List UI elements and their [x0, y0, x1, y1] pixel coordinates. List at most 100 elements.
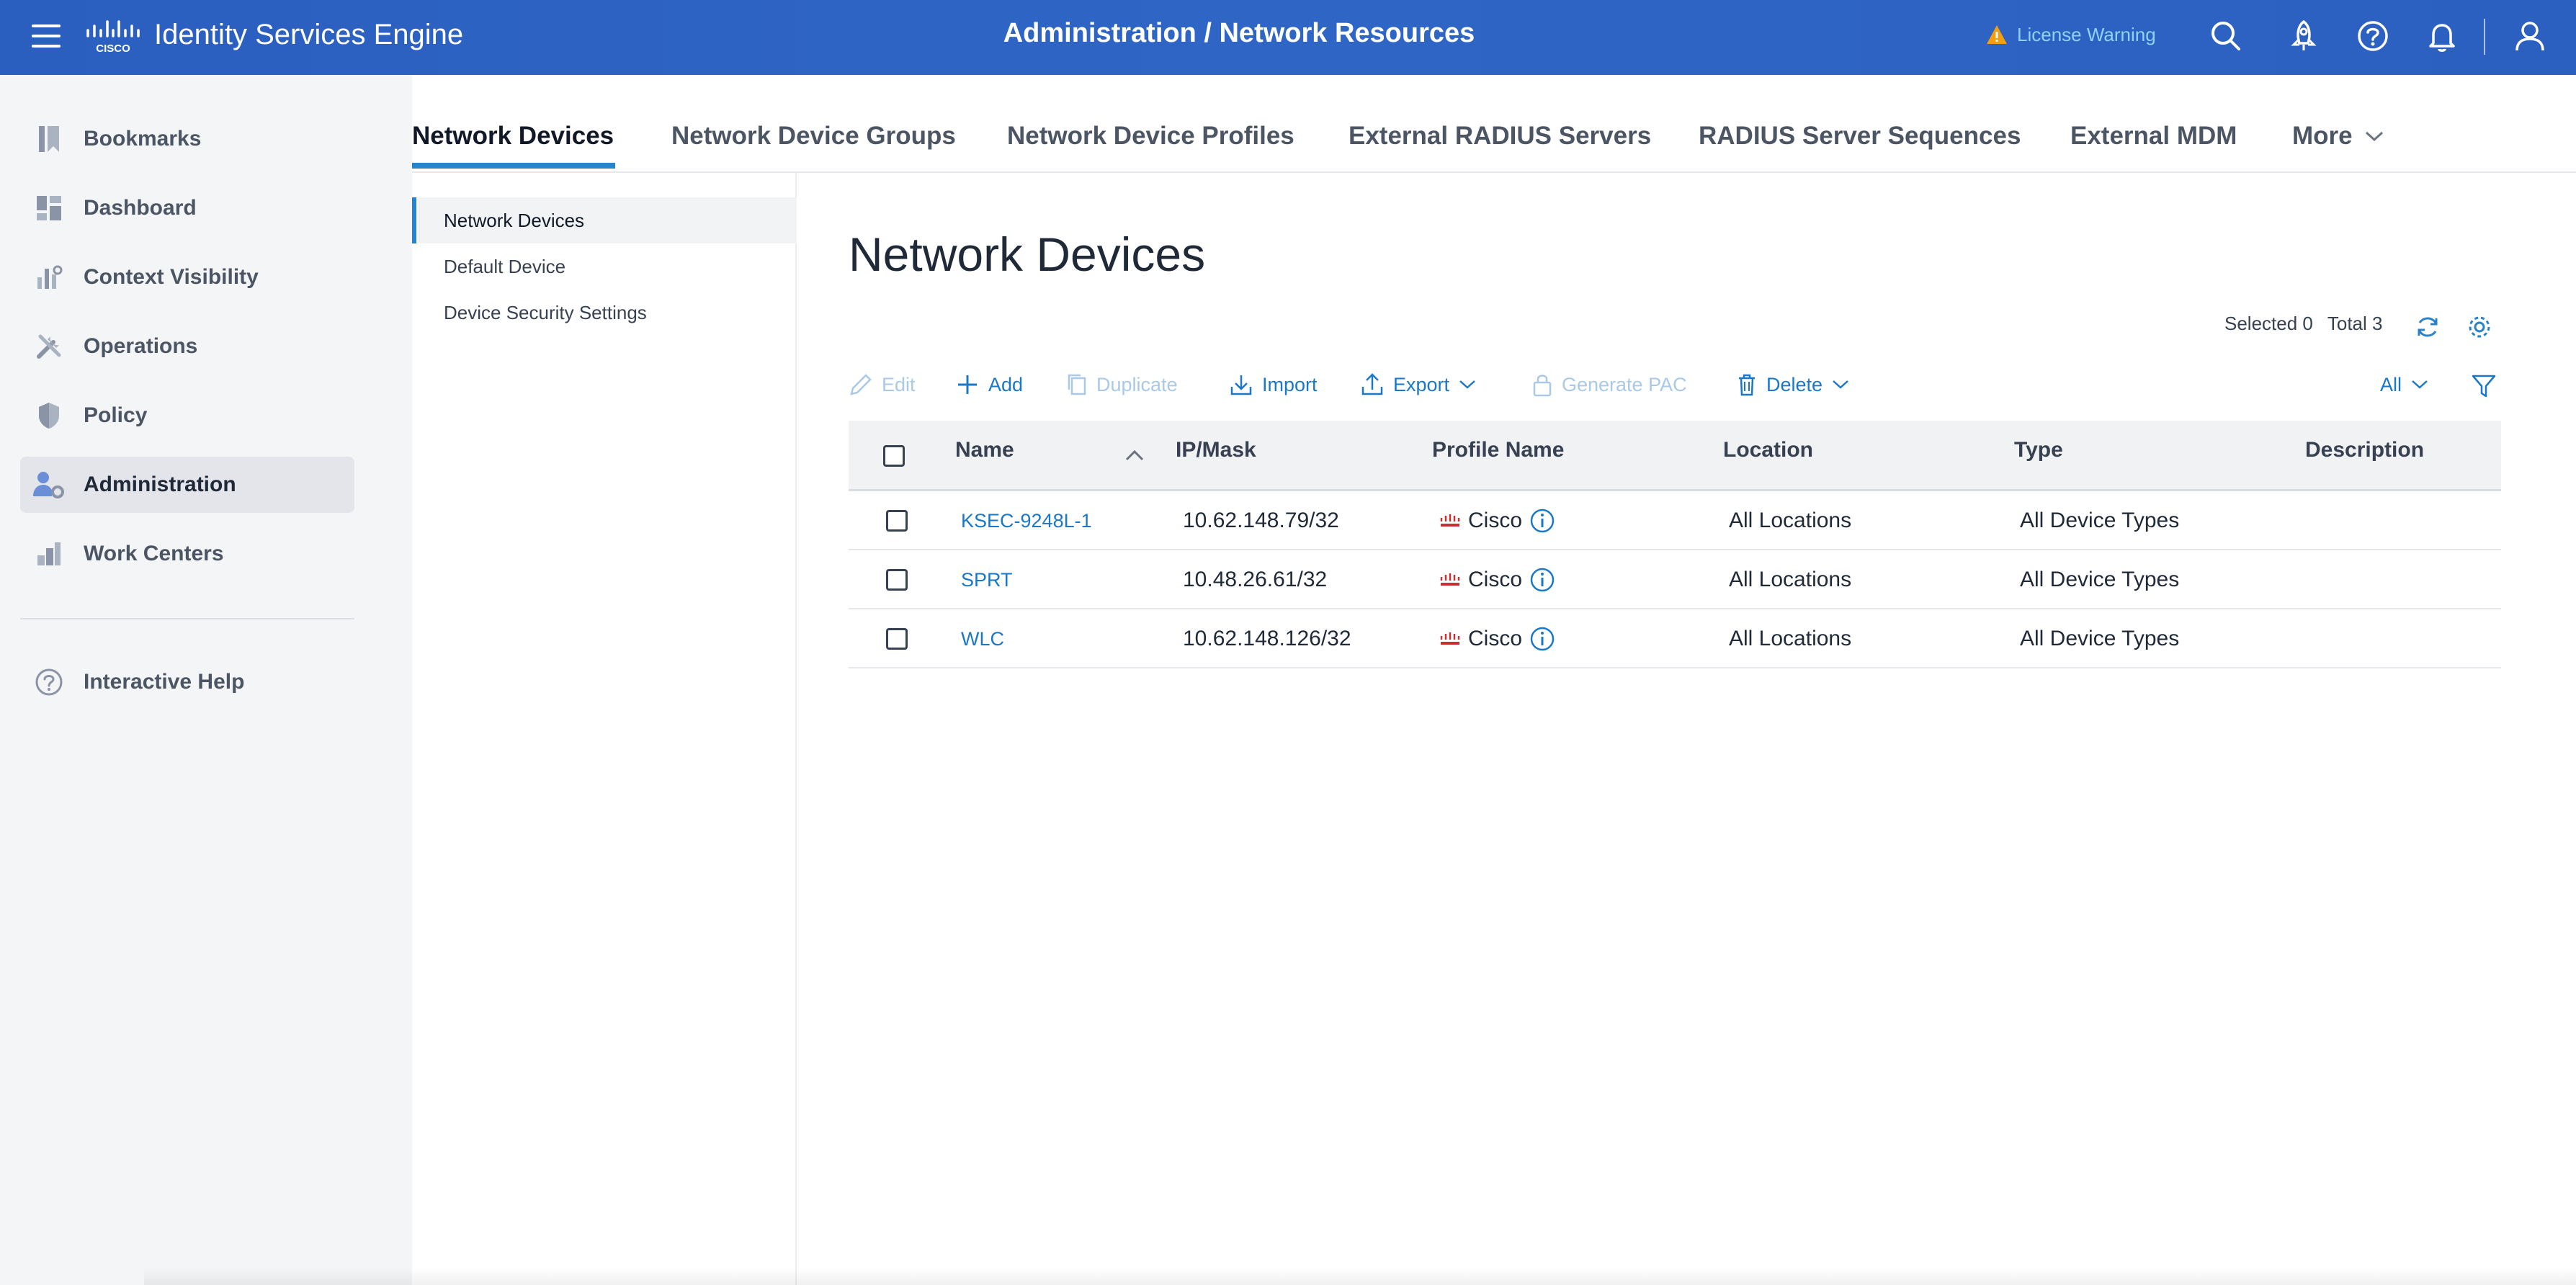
column-header-profile-name[interactable]: Profile Name: [1432, 438, 1564, 462]
tab-network-devices[interactable]: Network Devices: [412, 118, 614, 154]
device-profile: Cisco: [1439, 565, 1555, 595]
header-divider: [2484, 19, 2485, 55]
trash-icon: [1739, 374, 1755, 396]
add-label: Add: [988, 373, 1024, 395]
selected-count: Selected 0: [2224, 313, 2313, 334]
sub-navigation: Network Devices Default Device Device Se…: [412, 173, 797, 1285]
subnav-device-security-settings[interactable]: Device Security Settings: [412, 290, 797, 336]
bookmark-icon: [32, 122, 66, 156]
info-icon[interactable]: [1529, 508, 1555, 534]
help-icon: [32, 665, 66, 699]
cisco-logo: CISCO: [86, 20, 140, 55]
column-header-name[interactable]: Name: [955, 438, 1014, 462]
device-type: All Device Types: [2020, 627, 2180, 650]
delete-button[interactable]: Delete: [1736, 369, 1850, 400]
column-header-type[interactable]: Type: [2014, 438, 2063, 462]
shield-icon: [32, 398, 66, 433]
sort-ascending-icon[interactable]: [1124, 447, 1145, 464]
edit-button[interactable]: Edit: [849, 369, 916, 400]
select-all-checkbox[interactable]: [883, 445, 905, 467]
sidebar-item-administration[interactable]: Administration: [20, 457, 354, 513]
lock-icon: [1533, 375, 1552, 397]
delete-label: Delete: [1766, 373, 1823, 395]
device-name-link[interactable]: KSEC-9248L-1: [961, 506, 1092, 536]
gear-icon[interactable]: [2464, 311, 2495, 343]
bell-icon[interactable]: [2425, 19, 2459, 53]
device-ip: 10.62.148.126/32: [1183, 627, 1351, 650]
sidebar-item-bookmarks[interactable]: Bookmarks: [20, 111, 354, 167]
row-checkbox[interactable]: [886, 628, 908, 650]
info-icon[interactable]: [1529, 567, 1555, 593]
device-profile: Cisco: [1439, 624, 1555, 654]
tab-external-radius-servers[interactable]: External RADIUS Servers: [1349, 118, 1651, 154]
device-type: All Device Types: [2020, 568, 2180, 591]
sidebar-item-context-visibility[interactable]: Context Visibility: [20, 249, 354, 305]
profile-label: Cisco: [1468, 627, 1523, 650]
import-icon: [1230, 375, 1252, 395]
table-row: WLC 10.62.148.126/32 Cisco All Locations…: [849, 609, 2501, 668]
plus-icon: [958, 375, 977, 394]
add-button[interactable]: Add: [955, 369, 1023, 400]
work-centers-icon: [32, 537, 66, 571]
tab-radius-server-sequences[interactable]: RADIUS Server Sequences: [1699, 118, 2021, 154]
sidebar-item-interactive-help[interactable]: Interactive Help: [20, 654, 354, 710]
generate-pac-button[interactable]: Generate PAC: [1531, 369, 1687, 400]
tab-external-mdm[interactable]: External MDM: [2070, 118, 2237, 154]
svg-text:CISCO: CISCO: [96, 42, 130, 55]
import-button[interactable]: Import: [1229, 369, 1318, 400]
profile-label: Cisco: [1468, 509, 1523, 532]
row-checkbox[interactable]: [886, 510, 908, 532]
refresh-icon[interactable]: [2412, 311, 2443, 343]
subnav-default-device[interactable]: Default Device: [412, 243, 797, 290]
chevron-down-icon: [1459, 380, 1475, 389]
admin-user-gear-icon: [32, 467, 66, 502]
license-warning-link[interactable]: License Warning: [1985, 20, 2156, 49]
sidebar-item-work-centers[interactable]: Work Centers: [20, 526, 354, 582]
edit-label: Edit: [882, 373, 916, 395]
device-name-link[interactable]: SPRT: [961, 565, 1013, 595]
column-header-ip-mask[interactable]: IP/Mask: [1176, 438, 1256, 462]
device-name-link[interactable]: WLC: [961, 624, 1004, 654]
sidebar-item-operations[interactable]: Operations: [20, 318, 354, 375]
selection-counts: Selected 0 Total 3: [2224, 313, 2382, 335]
device-ip: 10.48.26.61/32: [1183, 568, 1328, 591]
column-header-location[interactable]: Location: [1723, 438, 1813, 462]
export-button[interactable]: Export: [1360, 369, 1477, 400]
rocket-icon[interactable]: [2286, 19, 2321, 53]
tab-network-device-profiles[interactable]: Network Device Profiles: [1007, 118, 1294, 154]
dashboard-icon: [32, 191, 66, 225]
device-location: All Locations: [1729, 627, 1852, 650]
device-profile: Cisco: [1439, 506, 1555, 536]
cisco-profile-icon: [1440, 573, 1460, 586]
subnav-network-devices[interactable]: Network Devices: [412, 197, 797, 243]
chevron-down-icon: [1833, 380, 1848, 389]
chevron-down-icon: [2365, 131, 2383, 142]
sidebar-item-policy[interactable]: Policy: [20, 388, 354, 444]
menu-icon[interactable]: [32, 24, 61, 49]
table-header: Name IP/Mask Profile Name Location Type …: [849, 421, 2501, 491]
device-type: All Device Types: [2020, 509, 2180, 532]
column-header-description[interactable]: Description: [2305, 438, 2424, 462]
user-icon[interactable]: [2513, 19, 2547, 53]
bottom-shadow: [144, 1268, 2576, 1285]
duplicate-label: Duplicate: [1096, 373, 1178, 395]
table-row: KSEC-9248L-1 10.62.148.79/32 Cisco All L…: [849, 491, 2501, 550]
info-icon[interactable]: [1529, 626, 1555, 652]
tab-network-device-groups[interactable]: Network Device Groups: [671, 118, 956, 154]
tab-more[interactable]: More: [2292, 118, 2384, 154]
filter-all-label: All: [2380, 373, 2402, 395]
tab-more-label: More: [2292, 122, 2353, 150]
search-icon[interactable]: [2209, 19, 2243, 53]
device-ip: 10.62.148.79/32: [1183, 509, 1339, 532]
page-heading: Administration / Network Resources: [1003, 18, 1475, 48]
row-checkbox[interactable]: [886, 569, 908, 591]
duplicate-button[interactable]: Duplicate: [1066, 369, 1178, 400]
help-icon[interactable]: [2356, 19, 2390, 53]
cisco-profile-icon: [1440, 514, 1460, 527]
filter-icon[interactable]: [2468, 370, 2500, 402]
sidebar: Bookmarks Dashboard Context Visibility O…: [0, 75, 412, 1285]
context-visibility-icon: [32, 260, 66, 295]
sidebar-item-dashboard[interactable]: Dashboard: [20, 180, 354, 236]
filter-all-dropdown[interactable]: All: [2380, 369, 2429, 400]
network-devices-table: Name IP/Mask Profile Name Location Type …: [849, 421, 2501, 668]
